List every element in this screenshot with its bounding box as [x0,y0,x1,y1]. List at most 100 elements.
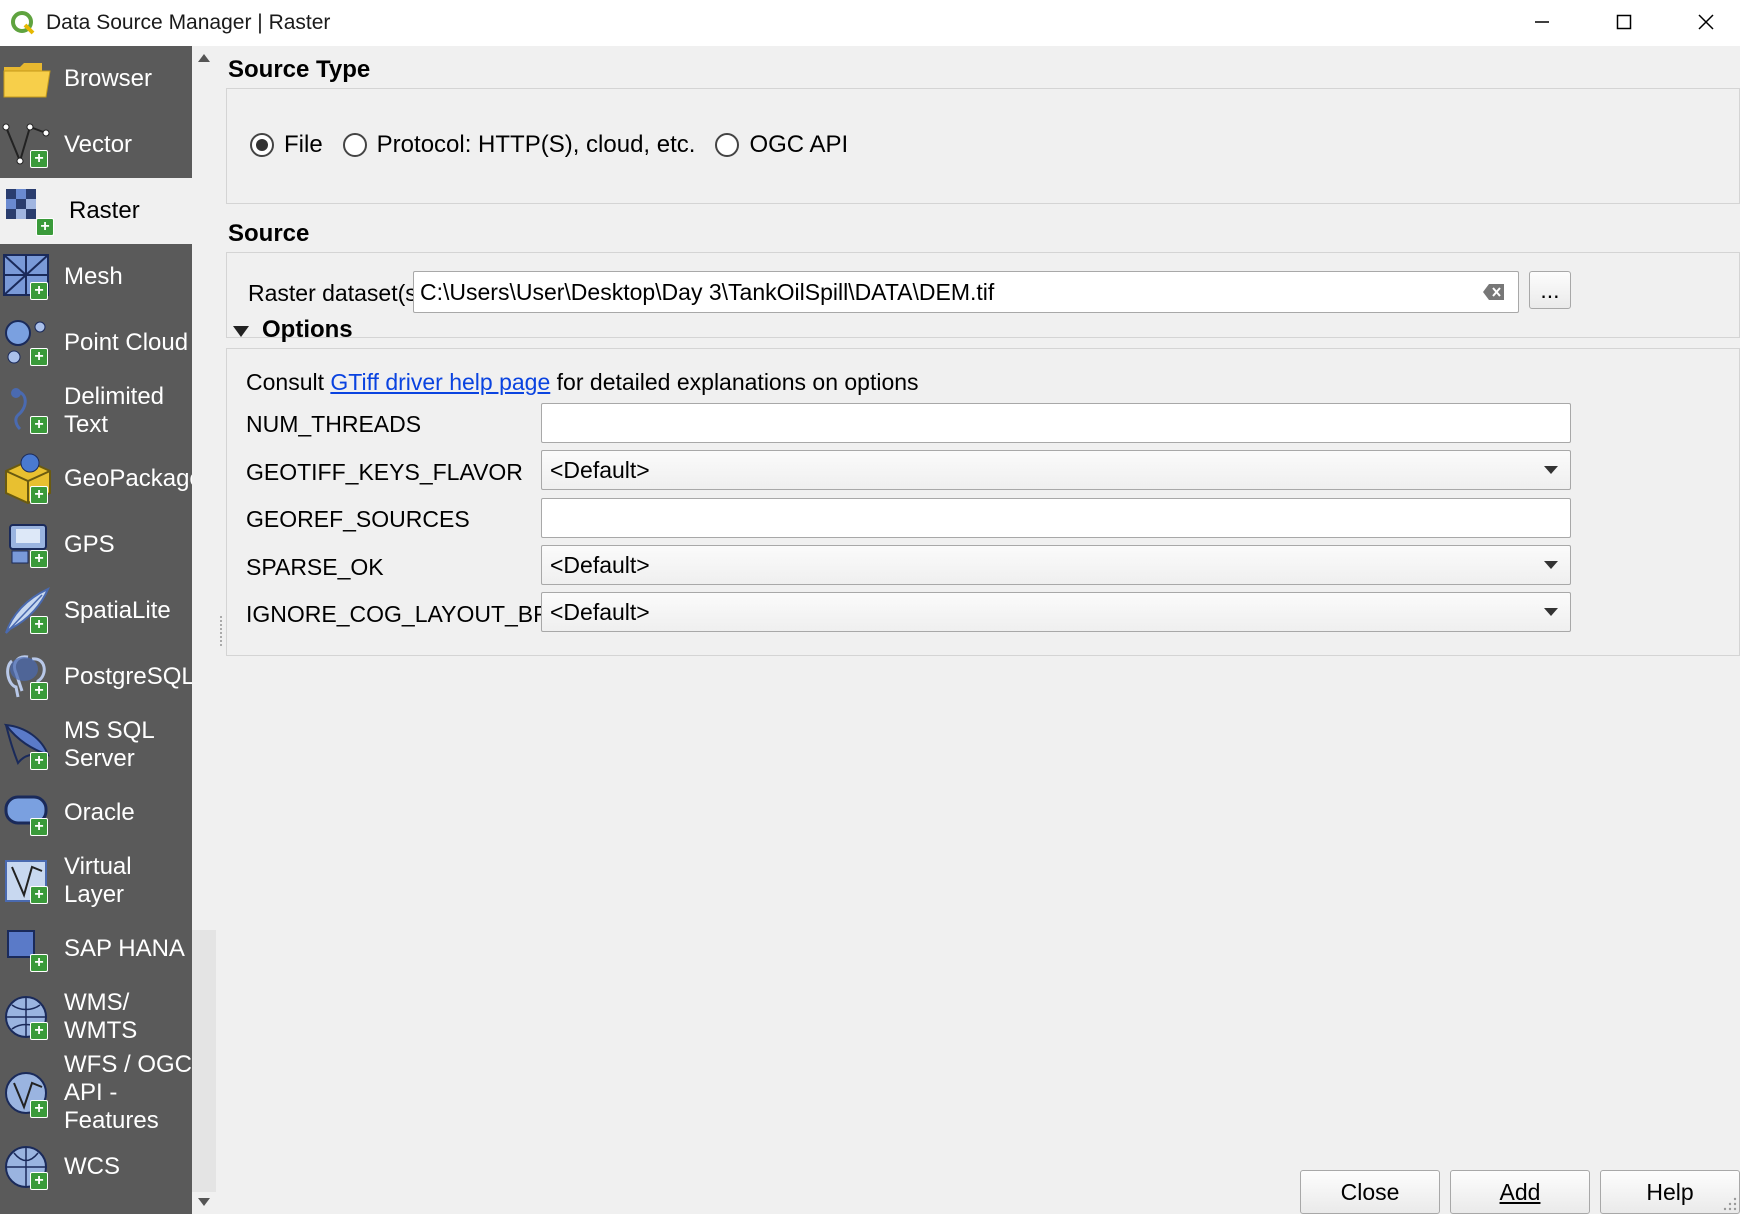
close-button[interactable]: Close [1300,1170,1440,1214]
add-badge-icon: + [30,954,48,972]
add-badge-icon: + [30,282,48,300]
radio-file[interactable]: File [250,131,323,159]
sidebar-item-wms-wmts[interactable]: + WMS/ WMTS [0,982,192,1052]
raster-dataset-input[interactable]: C:\Users\User\Desktop\Day 3\TankOilSpill… [413,271,1519,313]
sidebar-item-sap-hana[interactable]: + SAP HANA [0,916,192,982]
sidebar-item-ms-sql-server[interactable]: + MS SQL Server [0,710,192,780]
sidebar-item-label: Virtual Layer [64,853,132,908]
num-threads-label: NUM_THREADS [246,411,422,437]
source-sidebar: Browser + Vector + Raster + Mesh + Point… [0,46,192,1214]
options-heading[interactable]: Options [262,316,353,344]
combo-value: <Default> [550,456,650,483]
sidebar-item-label: MS SQL Server [64,717,155,772]
minimize-button[interactable] [1502,0,1582,44]
window-title: Data Source Manager | Raster [46,11,331,34]
sidebar-item-label: Browser [64,65,153,92]
add-badge-icon: + [30,348,48,366]
sidebar-item-virtual-layer[interactable]: + Virtual Layer [0,846,192,916]
sidebar-item-label: Delimited Text [64,383,165,438]
sidebar-item-oracle[interactable]: + Oracle [0,780,192,846]
radio-button-checked[interactable] [250,133,274,157]
chevron-down-icon [1544,608,1558,616]
sparse-ok-label: SPARSE_OK [246,554,384,580]
close-icon [1698,14,1714,30]
sidebar-item-geopackage[interactable]: + GeoPackage [0,446,192,512]
combo-value: <Default> [550,598,650,625]
source-heading: Source [228,220,310,247]
combo-value: <Default> [550,551,650,578]
sidebar-item-label: PostgreSQL [64,663,192,690]
sidebar-item-label: SAP HANA [64,935,185,962]
radio-button[interactable] [342,133,367,157]
add-badge-icon: + [30,682,48,700]
add-badge-icon: + [36,218,54,236]
maximize-icon [1616,14,1632,30]
sidebar-item-raster[interactable]: + Raster [0,178,192,244]
sidebar-scrollbar[interactable] [192,46,216,1214]
add-badge-icon: + [30,150,48,168]
sidebar-item-label: SpatiaLite [64,597,171,624]
raster-panel: Source Type File Protocol: HTTP(S), clou… [226,46,1740,1214]
sidebar-item-label: Raster [69,197,140,224]
sidebar-item-gps[interactable]: + GPS [0,512,192,578]
scroll-down-arrow-icon[interactable] [198,1198,210,1206]
chevron-down-icon [1544,561,1558,569]
radio-protocol[interactable]: Protocol: HTTP(S), cloud, etc. [342,131,696,159]
maximize-button[interactable] [1584,0,1664,44]
consult-suffix: for detailed explanations on options [550,369,919,395]
sidebar-item-label: WFS / OGC API - Features [64,1051,192,1134]
sidebar-item-label: WCS [64,1153,120,1180]
sparse-ok-combo[interactable]: <Default> [541,545,1571,585]
radio-label: File [284,131,323,158]
qgis-logo-icon [11,11,35,35]
add-button[interactable]: Add [1450,1170,1590,1214]
sidebar-item-delimited-text[interactable]: + Delimited Text [0,376,192,446]
geotiff-keys-flavor-combo[interactable]: <Default> [541,450,1571,490]
num-threads-input[interactable] [541,403,1571,443]
add-badge-icon: + [30,486,48,504]
radio-ogc-api[interactable]: OGC API [715,131,848,159]
help-button[interactable]: Help [1600,1170,1740,1214]
source-type-group: File Protocol: HTTP(S), cloud, etc. OGC … [226,88,1740,204]
source-type-options: File Protocol: HTTP(S), cloud, etc. OGC … [250,131,868,159]
collapse-triangle-icon[interactable] [232,324,250,338]
sidebar-item-point-cloud[interactable]: + Point Cloud [0,310,192,376]
clear-input-icon[interactable] [1482,282,1506,302]
sidebar-item-wfs-ogc[interactable]: + WFS / OGC API - Features [0,1051,192,1134]
geotiff-keys-flavor-label: GEOTIFF_KEYS_FLAVOR [246,459,523,485]
sidebar-item-label: Vector [64,131,133,158]
raster-dataset-label: Raster dataset(s) [248,280,425,306]
sidebar-item-wcs[interactable]: + WCS [0,1134,192,1200]
title-bar: Data Source Manager | Raster [0,0,1740,46]
sidebar-item-label: Oracle [64,799,135,826]
add-badge-icon: + [30,416,48,434]
georef-sources-input[interactable] [541,498,1571,538]
resize-grip-icon[interactable] [1720,1194,1738,1212]
radio-label: OGC API [749,131,849,158]
raster-dataset-value: C:\Users\User\Desktop\Day 3\TankOilSpill… [420,278,995,305]
minimize-icon [1535,21,1549,23]
sidebar-item-mesh[interactable]: + Mesh [0,244,192,310]
add-badge-icon: + [30,1022,48,1040]
sidebar-item-browser[interactable]: Browser [0,46,192,112]
browse-button[interactable]: ... [1529,271,1571,309]
radio-label: Protocol: HTTP(S), cloud, etc. [376,131,696,158]
ignore-cog-layout-break-combo[interactable]: <Default> [541,592,1571,632]
window-close-button[interactable] [1666,0,1740,44]
add-badge-icon: + [30,1172,48,1190]
sidebar-item-postgresql[interactable]: + PostgreSQL [0,644,192,710]
add-badge-icon: + [30,752,48,770]
georef-sources-label: GEOREF_SOURCES [246,506,470,532]
sidebar-item-vector[interactable]: + Vector [0,112,192,178]
scroll-up-arrow-icon[interactable] [198,54,210,62]
splitter-handle[interactable] [220,616,223,646]
scroll-track[interactable] [192,930,216,1192]
sidebar-item-label: WMS/ WMTS [64,989,138,1044]
sidebar-item-spatialite[interactable]: + SpatiaLite [0,578,192,644]
gtiff-help-link[interactable]: GTiff driver help page [330,369,550,395]
options-consult-text: Consult GTiff driver help page for detai… [246,369,919,396]
consult-prefix: Consult [246,369,331,395]
add-badge-icon: + [30,616,48,634]
add-badge-icon: + [30,886,48,904]
radio-button[interactable] [715,133,740,157]
